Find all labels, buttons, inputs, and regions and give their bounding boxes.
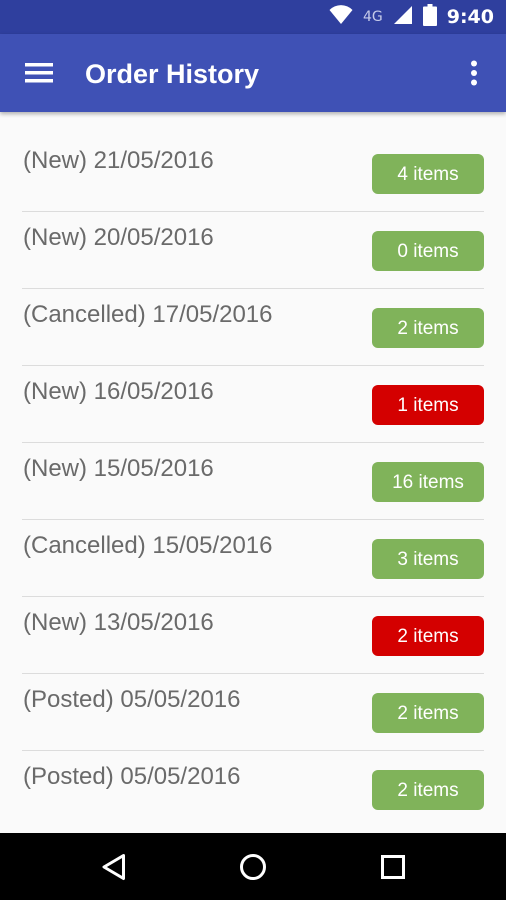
order-status-date: (New) 16/05/2016 bbox=[23, 378, 214, 405]
signal-icon bbox=[393, 5, 413, 30]
status-time: 9:40 bbox=[446, 6, 494, 28]
order-row[interactable]: (New) 13/05/2016 2 items bbox=[22, 597, 484, 674]
navigation-bar bbox=[0, 833, 506, 900]
hamburger-menu-icon[interactable] bbox=[14, 49, 64, 97]
app-bar: Order History bbox=[0, 34, 506, 112]
order-row[interactable]: (New) 16/05/2016 1 items bbox=[22, 366, 484, 443]
order-status-date: (Posted) 05/05/2016 bbox=[23, 686, 241, 713]
order-row[interactable]: (Posted) 05/05/2016 2 items bbox=[22, 674, 484, 751]
order-row[interactable]: (Cancelled) 15/05/2016 3 items bbox=[22, 520, 484, 597]
item-count-badge: 16 items bbox=[372, 462, 484, 502]
back-icon[interactable] bbox=[84, 841, 144, 893]
order-status-date: (Cancelled) 17/05/2016 bbox=[23, 301, 273, 328]
item-count-badge: 3 items bbox=[372, 539, 484, 579]
battery-icon bbox=[422, 3, 437, 31]
recents-icon[interactable] bbox=[363, 841, 423, 893]
order-status-date: (New) 20/05/2016 bbox=[23, 224, 214, 251]
order-status-date: (New) 21/05/2016 bbox=[23, 147, 214, 174]
order-row[interactable]: (Posted) 05/05/2016 2 items bbox=[22, 751, 484, 827]
item-count-badge: 2 items bbox=[372, 308, 484, 348]
order-list: (New) 21/05/2016 4 items (New) 20/05/201… bbox=[0, 112, 506, 833]
status-bar: 4G 9:40 bbox=[0, 0, 506, 34]
page-title: Order History bbox=[85, 59, 260, 89]
order-status-date: (New) 13/05/2016 bbox=[23, 609, 214, 636]
item-count-badge: 4 items bbox=[372, 154, 484, 194]
more-vert-icon[interactable] bbox=[454, 49, 494, 97]
status-icons: 4G 9:40 bbox=[329, 0, 494, 34]
order-status-date: (Cancelled) 15/05/2016 bbox=[23, 532, 273, 559]
item-count-badge: 1 items bbox=[372, 385, 484, 425]
item-count-badge: 2 items bbox=[372, 616, 484, 656]
home-icon[interactable] bbox=[223, 841, 283, 893]
order-row[interactable]: (New) 21/05/2016 4 items bbox=[22, 112, 484, 212]
order-row[interactable]: (Cancelled) 17/05/2016 2 items bbox=[22, 289, 484, 366]
item-count-badge: 2 items bbox=[372, 770, 484, 810]
wifi-icon bbox=[329, 4, 353, 30]
order-status-date: (New) 15/05/2016 bbox=[23, 455, 214, 482]
item-count-badge: 0 items bbox=[372, 231, 484, 271]
network-type-label: 4G bbox=[362, 9, 383, 25]
order-row[interactable]: (New) 15/05/2016 16 items bbox=[22, 443, 484, 520]
order-status-date: (Posted) 05/05/2016 bbox=[23, 763, 241, 790]
item-count-badge: 2 items bbox=[372, 693, 484, 733]
order-row[interactable]: (New) 20/05/2016 0 items bbox=[22, 212, 484, 289]
